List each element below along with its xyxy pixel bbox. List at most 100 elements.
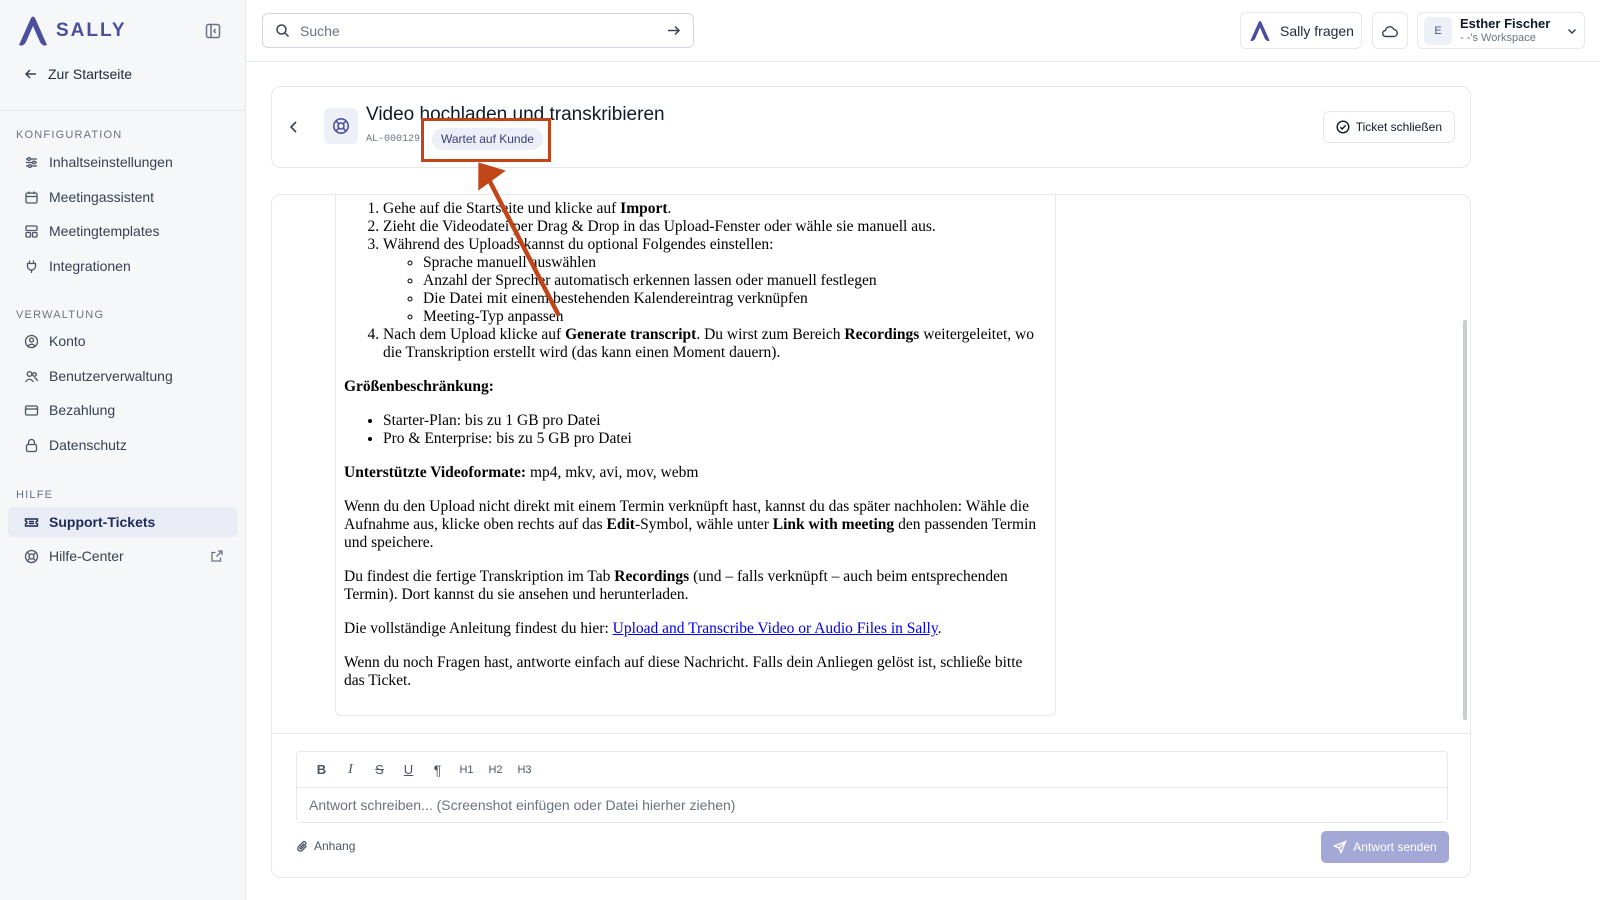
sidebar-item-label: Datenschutz <box>49 437 127 453</box>
section-label-verwaltung: VERWALTUNG <box>16 309 105 321</box>
sally-logo-icon <box>19 16 47 46</box>
search-box[interactable] <box>262 13 694 48</box>
chevron-down-icon <box>1567 28 1577 34</box>
ticket-type-icon <box>324 108 358 144</box>
send-icon <box>1333 840 1348 854</box>
list-item: Gehe auf die Startseite und klicke auf I… <box>383 200 1045 218</box>
sidebar-item-inhaltseinstellungen[interactable]: Inhaltseinstellungen <box>8 147 238 177</box>
user-menu[interactable]: E Esther Fischer - -'s Workspace <box>1417 12 1585 49</box>
chevron-left-icon <box>289 121 297 133</box>
list-item: Meeting-Typ anpassen <box>423 308 1045 326</box>
close-ticket-label: Ticket schließen <box>1355 120 1442 134</box>
credit-card-icon <box>24 404 39 416</box>
sidebar-collapse-button[interactable] <box>204 22 222 40</box>
guide-paragraph: Die vollständige Anleitung findest du hi… <box>344 620 942 637</box>
sidebar-item-label: Integrationen <box>49 258 131 274</box>
arrow-right-icon[interactable] <box>666 23 681 38</box>
panel-collapse-icon <box>205 23 221 39</box>
back-to-home-link[interactable]: Zur Startseite <box>24 66 132 82</box>
heading1-button[interactable]: H1 <box>452 758 481 782</box>
conversation-panel: Gehe auf die Startseite und klicke auf I… <box>271 194 1471 878</box>
italic-button[interactable]: I <box>336 758 365 782</box>
close-ticket-button[interactable]: Ticket schließen <box>1322 111 1455 143</box>
sidebar-item-hilfe-center[interactable]: Hilfe-Center <box>8 541 238 571</box>
paragraph-button[interactable]: ¶ <box>423 758 452 782</box>
lock-icon <box>25 438 38 452</box>
underline-button[interactable]: U <box>394 758 423 782</box>
find-transcript-paragraph: Du findest die fertige Transkription im … <box>344 568 1008 603</box>
back-button[interactable] <box>284 117 304 137</box>
top-bar: Sally fragen E Esther Fischer - -'s Work… <box>246 0 1600 62</box>
upload-options: Sprache manuell auswählen Anzahl der Spr… <box>383 254 1045 326</box>
sidebar-item-bezahlung[interactable]: Bezahlung <box>8 395 238 425</box>
message-list: Gehe auf die Startseite und klicke auf I… <box>272 195 1470 733</box>
brand-logo[interactable]: SALLY <box>16 14 127 48</box>
send-label: Antwort senden <box>1353 840 1437 854</box>
plug-icon <box>26 260 37 273</box>
sally-logo-icon <box>1250 20 1270 41</box>
workspace-name: - -'s Workspace <box>1460 31 1536 44</box>
template-icon <box>25 224 38 238</box>
sidebar-item-integrationen[interactable]: Integrationen <box>8 251 238 281</box>
sidebar-divider <box>0 110 246 111</box>
list-item: Während des Uploads kannst du optional F… <box>383 236 1045 326</box>
user-circle-icon <box>24 334 39 348</box>
sidebar-item-datenschutz[interactable]: Datenschutz <box>8 430 238 460</box>
closing-paragraph: Wenn du noch Fragen hast, antworte einfa… <box>344 654 1023 689</box>
bold-button[interactable]: B <box>307 758 336 782</box>
users-icon <box>24 370 39 382</box>
size-limits: Starter-Plan: bis zu 1 GB pro Datei Pro … <box>344 412 1045 448</box>
upload-steps: Gehe auf die Startseite und klicke auf I… <box>344 200 1045 362</box>
check-circle-icon <box>1336 120 1350 134</box>
send-reply-button[interactable]: Antwort senden <box>1321 831 1449 863</box>
sidebar: SALLY Zur Startseite KONFIGURATION Inhal… <box>0 0 246 900</box>
link-meeting-paragraph: Wenn du den Upload nicht direkt mit eine… <box>344 498 1037 551</box>
sidebar-item-meetingassistent[interactable]: Meetingassistent <box>8 182 238 212</box>
heading2-button[interactable]: H2 <box>481 758 510 782</box>
ticket-icon <box>24 517 39 527</box>
sidebar-item-label: Konto <box>49 333 86 349</box>
sidebar-item-label: Inhaltseinstellungen <box>49 154 173 170</box>
sidebar-item-label: Support-Tickets <box>49 514 156 530</box>
search-input[interactable] <box>300 22 656 39</box>
composer-divider <box>272 733 1470 734</box>
cloud-icon <box>1382 25 1398 37</box>
attach-button[interactable]: Anhang <box>296 839 355 853</box>
list-item: Sprache manuell auswählen <box>423 254 1045 272</box>
sidebar-item-label: Benutzerverwaltung <box>49 368 173 384</box>
formats-paragraph: Unterstützte Videoformate: mp4, mkv, avi… <box>344 464 699 481</box>
paperclip-icon <box>297 840 307 852</box>
cloud-button[interactable] <box>1372 12 1408 49</box>
sidebar-item-konto[interactable]: Konto <box>8 326 238 356</box>
scrollbar-thumb[interactable] <box>1463 320 1467 720</box>
list-item: Zieht die Videodatei per Drag & Drop in … <box>383 218 1045 236</box>
list-item: Starter-Plan: bis zu 1 GB pro Datei <box>383 412 1045 430</box>
list-item: Nach dem Upload klicke auf Generate tran… <box>383 326 1045 362</box>
sidebar-item-support-tickets[interactable]: Support-Tickets <box>8 507 238 537</box>
sidebar-item-label: Hilfe-Center <box>49 548 124 564</box>
heading3-button[interactable]: H3 <box>510 758 539 782</box>
brand-name: SALLY <box>56 20 127 41</box>
list-item: Pro & Enterprise: bis zu 5 GB pro Datei <box>383 430 1045 448</box>
sidebar-item-label: Meetingtemplates <box>49 223 160 239</box>
avatar: E <box>1424 16 1452 45</box>
annotation-highlight-box <box>421 118 551 162</box>
user-name: Esther Fischer <box>1460 16 1551 32</box>
sidebar-item-benutzerverwaltung[interactable]: Benutzerverwaltung <box>8 361 238 391</box>
size-heading: Größenbeschränkung: <box>344 378 494 395</box>
ask-sally-button[interactable]: Sally fragen <box>1240 12 1362 49</box>
reply-input[interactable] <box>297 788 1447 822</box>
guide-link[interactable]: Upload and Transcribe Video or Audio Fil… <box>613 620 938 637</box>
list-item: Anzahl der Sprecher automatisch erkennen… <box>423 272 1045 290</box>
sidebar-item-meetingtemplates[interactable]: Meetingtemplates <box>8 216 238 246</box>
lifebuoy-icon <box>24 549 39 563</box>
ask-sally-label: Sally fragen <box>1280 22 1354 39</box>
reply-composer: B I S U ¶ H1 H2 H3 <box>296 751 1448 823</box>
section-label-konfiguration: KONFIGURATION <box>16 129 123 141</box>
list-item: Die Datei mit einem bestehenden Kalender… <box>423 290 1045 308</box>
sidebar-item-label: Bezahlung <box>49 402 116 418</box>
arrow-left-icon <box>24 69 36 79</box>
section-label-hilfe: HILFE <box>16 489 54 501</box>
search-icon <box>276 24 290 38</box>
strikethrough-button[interactable]: S <box>365 758 394 782</box>
